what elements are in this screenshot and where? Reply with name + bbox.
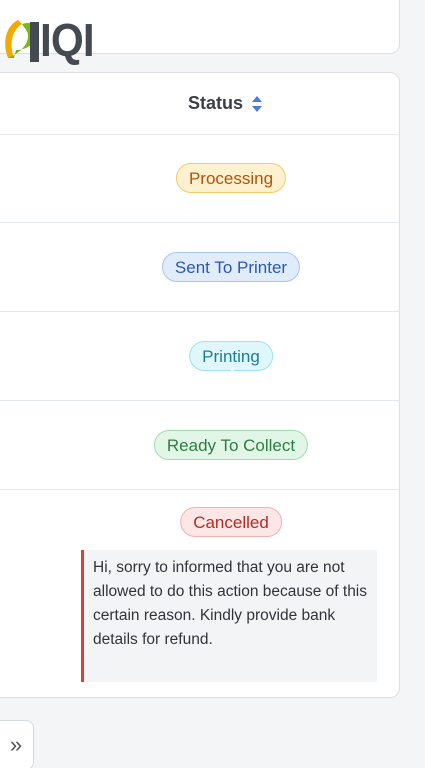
status-badge-sent-to-printer: Sent To Printer bbox=[161, 252, 301, 282]
iqi-logo-icon bbox=[5, 20, 39, 62]
status-badge-cancelled: Cancelled bbox=[180, 507, 282, 537]
brand-wordmark: IQI bbox=[40, 14, 95, 66]
page: IQI Status Processing Sent To Printer Pr… bbox=[0, 0, 425, 768]
table-row: Ready To Collect bbox=[0, 401, 399, 490]
status-column-header[interactable]: Status bbox=[188, 93, 263, 114]
status-badge-printing: Printing bbox=[189, 341, 273, 371]
table-header: Status bbox=[0, 73, 399, 135]
table-row: Processing bbox=[0, 134, 399, 223]
pagination-last-button[interactable]: » bbox=[0, 720, 34, 768]
status-header-label: Status bbox=[188, 93, 244, 113]
brand-logo[interactable]: IQI bbox=[0, 14, 98, 66]
table-row: Printing bbox=[0, 312, 399, 401]
sort-up-down-icon[interactable] bbox=[251, 95, 263, 113]
status-badge-processing: Processing bbox=[175, 163, 287, 193]
cancellation-reason-note: Hi, sorry to informed that you are not a… bbox=[81, 550, 377, 682]
table-row: Sent To Printer bbox=[0, 223, 399, 312]
status-badge-ready-to-collect: Ready To Collect bbox=[153, 430, 309, 460]
double-chevron-right-icon: » bbox=[9, 732, 23, 757]
orders-table: Status Processing Sent To Printer Printi… bbox=[0, 72, 400, 698]
